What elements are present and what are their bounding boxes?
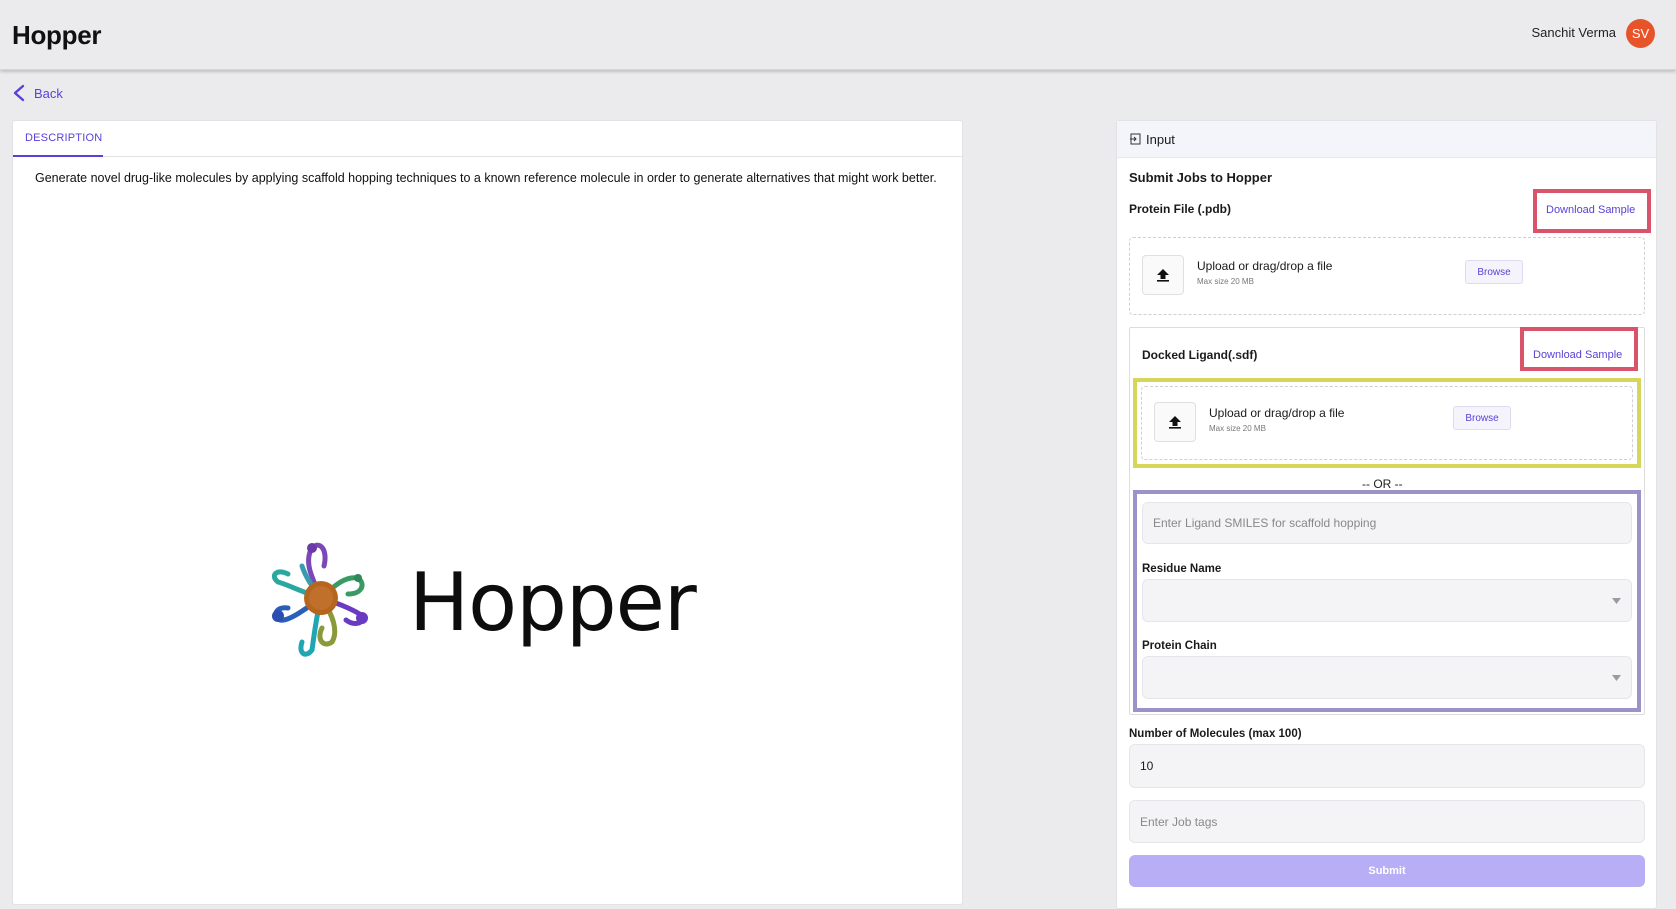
num-molecules-input[interactable]: 10 [1129, 744, 1645, 788]
download-sample-ligand-link[interactable]: Download Sample [1533, 349, 1622, 361]
app-title: Hopper [12, 20, 102, 50]
upload-button[interactable] [1154, 402, 1196, 442]
upload-icon [1169, 416, 1181, 429]
browse-button[interactable]: Browse [1453, 406, 1511, 430]
or-divider: -- OR -- [1362, 477, 1403, 491]
job-tags-input[interactable]: Enter Job tags [1129, 800, 1645, 843]
back-label: Back [34, 85, 63, 101]
protein-file-dropzone[interactable]: Upload or drag/drop a file Max size 20 M… [1129, 237, 1645, 315]
chevron-down-icon [1612, 674, 1621, 681]
upload-subtitle: Max size 20 MB [1209, 424, 1266, 433]
flower-logo-icon [271, 542, 368, 657]
upload-title: Upload or drag/drop a file [1209, 406, 1345, 420]
submit-button[interactable]: Submit [1129, 855, 1645, 887]
tab-description[interactable]: DESCRIPTION [13, 121, 103, 157]
docked-ligand-label: Docked Ligand(.sdf) [1142, 348, 1258, 362]
upload-button[interactable] [1142, 255, 1184, 295]
chevron-left-icon [13, 84, 25, 102]
upload-icon [1157, 269, 1169, 282]
form-title: Submit Jobs to Hopper [1129, 170, 1272, 185]
avatar[interactable]: SV [1626, 19, 1655, 48]
input-panel: Input Submit Jobs to Hopper Protein File… [1116, 120, 1657, 909]
hopper-logo: Hopper [266, 536, 726, 676]
tab-bar: DESCRIPTION [13, 121, 962, 157]
num-molecules-label: Number of Molecules (max 100) [1129, 728, 1302, 740]
user-name[interactable]: Sanchit Verma [1531, 25, 1616, 40]
back-button[interactable]: Back [12, 84, 63, 102]
protein-chain-select[interactable] [1142, 656, 1632, 699]
top-bar: Hopper Sanchit Verma SV [0, 0, 1676, 70]
download-sample-protein-link[interactable]: Download Sample [1546, 204, 1635, 216]
residue-name-label: Residue Name [1142, 563, 1222, 575]
residue-name-select[interactable] [1142, 579, 1632, 622]
chevron-down-icon [1612, 597, 1621, 604]
docked-ligand-dropzone[interactable]: Upload or drag/drop a file Max size 20 M… [1141, 386, 1633, 460]
input-panel-title: Input [1146, 131, 1175, 147]
logo-text: Hopper [409, 556, 697, 649]
protein-chain-label: Protein Chain [1142, 640, 1217, 652]
login-icon [1130, 133, 1141, 145]
upload-title: Upload or drag/drop a file [1197, 259, 1333, 273]
upload-subtitle: Max size 20 MB [1197, 277, 1254, 286]
description-text: Generate novel drug-like molecules by ap… [35, 171, 937, 185]
protein-file-label: Protein File (.pdb) [1129, 202, 1231, 216]
input-panel-header: Input [1117, 121, 1656, 158]
browse-button[interactable]: Browse [1465, 260, 1523, 284]
ligand-smiles-input[interactable]: Enter Ligand SMILES for scaffold hopping [1142, 502, 1632, 544]
description-panel: DESCRIPTION Generate novel drug-like mol… [12, 120, 963, 905]
